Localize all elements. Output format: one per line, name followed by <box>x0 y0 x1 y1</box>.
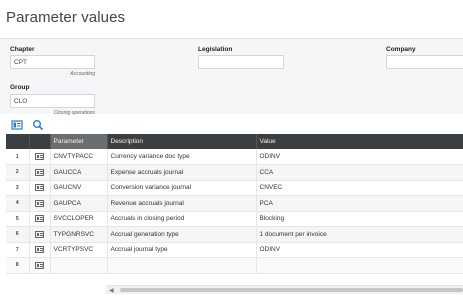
table-row[interactable]: 7 VCRTYPSVC Accrual journal type ODINV <box>6 242 463 258</box>
group-label: Group <box>10 84 30 91</box>
row-number: 8 <box>6 257 30 274</box>
row-number: 3 <box>6 180 30 196</box>
row-detail-icon[interactable] <box>35 168 44 176</box>
table-row[interactable]: 3 GAUCNV Conversion variance journal CNV… <box>6 180 463 196</box>
group-hint: Closing operations <box>53 110 95 116</box>
table-row[interactable]: 4 GAUPCA Revenue accruals journal PCA <box>6 195 463 212</box>
description-cell: Currency variance doc type <box>107 149 257 165</box>
row-number: 6 <box>6 226 30 243</box>
parameter-cell[interactable]: GAUCCA <box>50 164 108 181</box>
parameter-cell[interactable]: CNVTYPACC <box>50 149 108 165</box>
row-detail-icon[interactable] <box>35 152 44 160</box>
search-icon[interactable] <box>32 118 44 131</box>
table-row[interactable]: 2 GAUCCA Expense accruals journal CCA <box>6 164 463 181</box>
table-row-new[interactable]: 8 <box>6 257 463 274</box>
grid-header-row: Parameter Description Value <box>6 134 463 149</box>
company-field[interactable] <box>386 55 463 69</box>
value-cell[interactable]: Blocking <box>256 211 463 227</box>
parameter-cell[interactable] <box>50 257 108 274</box>
value-cell[interactable]: 1 document per invoice <box>256 226 463 243</box>
group-field[interactable]: CLO <box>10 94 95 108</box>
table-row[interactable]: 1 CNVTYPACC Currency variance doc type O… <box>6 149 463 165</box>
value-cell[interactable]: ODINV <box>256 149 463 165</box>
parameter-cell[interactable]: GAUCNV <box>50 180 108 196</box>
legislation-field[interactable] <box>198 55 284 69</box>
company-label: Company <box>386 46 416 53</box>
row-number-header <box>6 134 30 149</box>
chapter-label: Chapter <box>10 46 35 53</box>
column-header-value[interactable]: Value <box>256 134 463 149</box>
parameter-cell[interactable]: GAUPCA <box>50 195 108 212</box>
description-cell: Accrual journal type <box>107 242 257 258</box>
horizontal-scrollbar[interactable]: ◀ <box>106 285 463 294</box>
value-cell[interactable] <box>256 257 463 274</box>
legislation-label: Legislation <box>198 46 233 53</box>
value-cell[interactable]: ODINV <box>256 242 463 258</box>
row-detail-icon[interactable] <box>35 199 44 207</box>
parameters-grid: Parameter Description Value 1 CNVTYPACC … <box>6 134 463 299</box>
description-cell <box>107 257 257 274</box>
chapter-hint: Accounting <box>70 71 95 77</box>
row-detail-icon[interactable] <box>35 261 44 269</box>
row-number: 7 <box>6 242 30 258</box>
list-view-icon[interactable] <box>11 118 23 130</box>
row-number: 1 <box>6 149 30 165</box>
table-row[interactable]: 5 SVCCLOPER Accruals in closing period B… <box>6 211 463 227</box>
grid-toolbar <box>0 118 463 132</box>
scrollbar-thumb[interactable] <box>120 288 463 292</box>
description-cell: Revenue accruals journal <box>107 195 257 212</box>
column-header-parameter[interactable]: Parameter <box>50 134 108 149</box>
row-detail-icon[interactable] <box>35 230 44 238</box>
chapter-field[interactable]: CPT <box>10 55 95 69</box>
description-cell: Expense accruals journal <box>107 164 257 181</box>
description-cell: Accrual generation type <box>107 226 257 243</box>
value-cell[interactable]: CNVEC <box>256 180 463 196</box>
description-cell: Conversion variance journal <box>107 180 257 196</box>
header-form: Chapter CPT Accounting Legislation Compa… <box>0 38 463 116</box>
table-row[interactable]: 6 TYPGNRSVC Accrual generation type 1 do… <box>6 226 463 243</box>
row-detail-icon[interactable] <box>35 246 44 254</box>
row-action-header <box>29 134 51 149</box>
parameter-cell[interactable]: SVCCLOPER <box>50 211 108 227</box>
value-cell[interactable]: CCA <box>256 164 463 181</box>
page-title: Parameter values <box>6 9 126 26</box>
column-header-description[interactable]: Description <box>107 134 257 149</box>
parameter-cell[interactable]: VCRTYPSVC <box>50 242 108 258</box>
row-detail-icon[interactable] <box>35 184 44 192</box>
scroll-left-icon[interactable]: ◀ <box>109 287 114 294</box>
row-number: 2 <box>6 164 30 181</box>
value-cell[interactable]: PCA <box>256 195 463 212</box>
description-cell: Accruals in closing period <box>107 211 257 227</box>
row-detail-icon[interactable] <box>35 215 44 223</box>
row-number: 5 <box>6 211 30 227</box>
parameter-cell[interactable]: TYPGNRSVC <box>50 226 108 243</box>
row-number: 4 <box>6 195 30 212</box>
